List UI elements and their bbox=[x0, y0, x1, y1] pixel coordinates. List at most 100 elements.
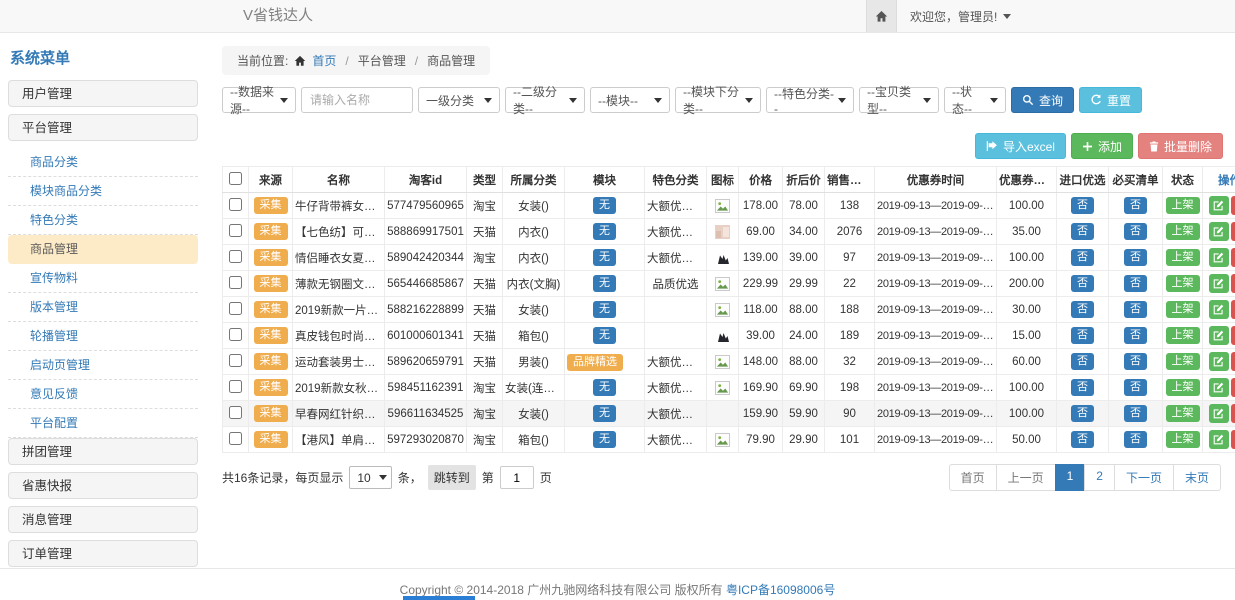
filter-select-level2-category[interactable]: --二级分类-- bbox=[505, 87, 585, 113]
topbar-home-button[interactable] bbox=[866, 0, 897, 32]
per-page-select[interactable]: 10 bbox=[349, 466, 391, 489]
status-badge[interactable]: 上架 bbox=[1166, 353, 1200, 370]
delete-button[interactable] bbox=[1231, 378, 1235, 397]
sidebar-group[interactable]: 用户管理 bbox=[8, 80, 198, 107]
filter-select-module[interactable]: --模块-- bbox=[590, 87, 670, 113]
import-select-badge[interactable]: 否 bbox=[1071, 249, 1094, 266]
import-select-badge[interactable]: 否 bbox=[1071, 405, 1094, 422]
delete-button[interactable] bbox=[1231, 300, 1235, 319]
user-menu[interactable]: 欢迎您，管理员! bbox=[910, 8, 1011, 25]
sidebar-item[interactable]: 商品分类 bbox=[8, 148, 198, 177]
row-checkbox[interactable] bbox=[229, 354, 242, 367]
must-buy-badge[interactable]: 否 bbox=[1124, 431, 1147, 448]
row-checkbox[interactable] bbox=[229, 380, 242, 393]
must-buy-badge[interactable]: 否 bbox=[1124, 223, 1147, 240]
status-badge[interactable]: 上架 bbox=[1166, 405, 1200, 422]
filter-select-module-subcategory[interactable]: --模块下分类-- bbox=[675, 87, 761, 113]
import-select-badge[interactable]: 否 bbox=[1071, 353, 1094, 370]
name-search-input[interactable] bbox=[301, 87, 413, 113]
jump-button[interactable]: 跳转到 bbox=[428, 465, 476, 490]
icp-link[interactable]: 粤ICP备16098006号 bbox=[726, 583, 835, 597]
must-buy-badge[interactable]: 否 bbox=[1124, 301, 1147, 318]
import-select-badge[interactable]: 否 bbox=[1071, 327, 1094, 344]
jump-page-input[interactable] bbox=[500, 466, 534, 489]
breadcrumb-home-link[interactable]: 首页 bbox=[312, 52, 336, 69]
must-buy-badge[interactable]: 否 bbox=[1124, 353, 1147, 370]
sidebar-group[interactable]: 拼团管理 bbox=[8, 438, 198, 465]
status-badge[interactable]: 上架 bbox=[1166, 431, 1200, 448]
delete-button[interactable] bbox=[1231, 196, 1235, 215]
delete-button[interactable] bbox=[1231, 404, 1235, 423]
page-button[interactable]: 末页 bbox=[1173, 464, 1221, 491]
row-checkbox[interactable] bbox=[229, 432, 242, 445]
status-badge[interactable]: 上架 bbox=[1166, 327, 1200, 344]
page-button[interactable]: 下一页 bbox=[1114, 464, 1174, 491]
status-badge[interactable]: 上架 bbox=[1166, 301, 1200, 318]
row-checkbox[interactable] bbox=[229, 198, 242, 211]
edit-button[interactable] bbox=[1209, 378, 1229, 397]
must-buy-badge[interactable]: 否 bbox=[1124, 275, 1147, 292]
filter-select-level1-category[interactable]: 一级分类 bbox=[418, 87, 500, 113]
delete-button[interactable] bbox=[1231, 430, 1235, 449]
sidebar-item[interactable]: 模块商品分类 bbox=[8, 177, 198, 206]
import-excel-button[interactable]: 导入excel bbox=[975, 133, 1066, 159]
sidebar-item[interactable]: 启动页管理 bbox=[8, 351, 198, 380]
bulk-delete-button[interactable]: 批量删除 bbox=[1138, 133, 1223, 159]
status-badge[interactable]: 上架 bbox=[1166, 223, 1200, 240]
edit-button[interactable] bbox=[1209, 222, 1229, 241]
edit-button[interactable] bbox=[1209, 196, 1229, 215]
row-checkbox[interactable] bbox=[229, 276, 242, 289]
filter-select-data-source[interactable]: --数据来源-- bbox=[222, 87, 296, 113]
status-badge[interactable]: 上架 bbox=[1166, 379, 1200, 396]
sidebar-group[interactable]: 平台管理 bbox=[8, 114, 198, 141]
import-select-badge[interactable]: 否 bbox=[1071, 379, 1094, 396]
edit-button[interactable] bbox=[1209, 404, 1229, 423]
row-checkbox[interactable] bbox=[229, 406, 242, 419]
sidebar-group[interactable]: 订单管理 bbox=[8, 540, 198, 567]
edit-button[interactable] bbox=[1209, 274, 1229, 293]
page-button[interactable]: 2 bbox=[1084, 464, 1115, 491]
sidebar-item[interactable]: 宣传物料 bbox=[8, 264, 198, 293]
add-button[interactable]: 添加 bbox=[1071, 133, 1133, 159]
must-buy-badge[interactable]: 否 bbox=[1124, 379, 1147, 396]
delete-button[interactable] bbox=[1231, 222, 1235, 241]
import-select-badge[interactable]: 否 bbox=[1071, 275, 1094, 292]
page-button[interactable]: 1 bbox=[1055, 464, 1086, 491]
import-select-badge[interactable]: 否 bbox=[1071, 301, 1094, 318]
delete-button[interactable] bbox=[1231, 248, 1235, 267]
import-select-badge[interactable]: 否 bbox=[1071, 223, 1094, 240]
must-buy-badge[interactable]: 否 bbox=[1124, 249, 1147, 266]
sidebar-item[interactable]: 轮播管理 bbox=[8, 322, 198, 351]
sidebar-item[interactable]: 商品管理 bbox=[8, 235, 198, 264]
filter-select-status[interactable]: --状态-- bbox=[944, 87, 1006, 113]
edit-button[interactable] bbox=[1209, 300, 1229, 319]
import-select-badge[interactable]: 否 bbox=[1071, 197, 1094, 214]
filter-select-feature-category[interactable]: --特色分类-- bbox=[766, 87, 854, 113]
row-checkbox[interactable] bbox=[229, 224, 242, 237]
must-buy-badge[interactable]: 否 bbox=[1124, 405, 1147, 422]
edit-button[interactable] bbox=[1209, 352, 1229, 371]
filter-select-item-type[interactable]: --宝贝类型-- bbox=[859, 87, 939, 113]
sidebar-group[interactable]: 省惠快报 bbox=[8, 472, 198, 499]
delete-button[interactable] bbox=[1231, 274, 1235, 293]
delete-button[interactable] bbox=[1231, 352, 1235, 371]
select-all-checkbox[interactable] bbox=[229, 172, 242, 185]
edit-button[interactable] bbox=[1209, 430, 1229, 449]
search-button[interactable]: 查询 bbox=[1011, 87, 1074, 113]
import-select-badge[interactable]: 否 bbox=[1071, 431, 1094, 448]
must-buy-badge[interactable]: 否 bbox=[1124, 327, 1147, 344]
sidebar-item[interactable]: 意见反馈 bbox=[8, 380, 198, 409]
sidebar-item[interactable]: 版本管理 bbox=[8, 293, 198, 322]
delete-button[interactable] bbox=[1231, 326, 1235, 345]
reset-button[interactable]: 重置 bbox=[1079, 87, 1142, 113]
row-checkbox[interactable] bbox=[229, 328, 242, 341]
row-checkbox[interactable] bbox=[229, 302, 242, 315]
edit-button[interactable] bbox=[1209, 326, 1229, 345]
status-badge[interactable]: 上架 bbox=[1166, 197, 1200, 214]
must-buy-badge[interactable]: 否 bbox=[1124, 197, 1147, 214]
edit-button[interactable] bbox=[1209, 248, 1229, 267]
status-badge[interactable]: 上架 bbox=[1166, 275, 1200, 292]
row-checkbox[interactable] bbox=[229, 250, 242, 263]
sidebar-item[interactable]: 特色分类 bbox=[8, 206, 198, 235]
sidebar-item[interactable]: 平台配置 bbox=[8, 409, 198, 438]
